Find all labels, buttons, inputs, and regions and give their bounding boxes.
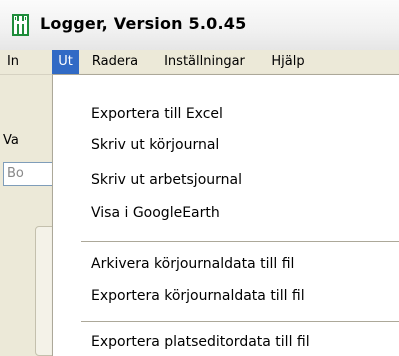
menu-item-skriv-ut-arbetsjournal[interactable]: Skriv ut arbetsjournal (91, 171, 242, 189)
menu-item-skriv-ut-korjournal[interactable]: Skriv ut körjournal (91, 136, 219, 154)
title-bar[interactable]: Logger, Version 5.0.45 (0, 0, 399, 50)
menu-item-exportera-korjournaldata[interactable]: Exportera körjournaldata till fil (91, 287, 305, 305)
menu-item-exportera-platseditordata[interactable]: Exportera platseditordata till fil (91, 333, 310, 351)
menu-item-arkivera-korjournaldata[interactable]: Arkivera körjournaldata till fil (91, 255, 294, 273)
ut-dropdown-menu: Exportera till Excel Skriv ut körjournal… (52, 74, 399, 356)
menu-in[interactable]: In (0, 50, 26, 74)
menu-gutter (53, 75, 79, 356)
menu-item-exportera-till-excel[interactable]: Exportera till Excel (91, 105, 223, 123)
menu-hjalp[interactable]: Hjälp (262, 50, 314, 74)
menu-ut[interactable]: Ut (52, 50, 79, 74)
menu-radera[interactable]: Radera (83, 50, 147, 74)
window-title: Logger, Version 5.0.45 (40, 14, 247, 33)
menu-installningar[interactable]: Inställningar (149, 50, 260, 74)
logger-app-icon (12, 14, 29, 36)
menu-bar: In Ut Radera Inställningar Hjälp (0, 50, 399, 75)
menu-separator (81, 241, 399, 242)
menu-separator (81, 321, 399, 322)
menu-item-visa-i-googleearth[interactable]: Visa i GoogleEarth (91, 204, 220, 222)
background-label: Va (3, 133, 19, 148)
